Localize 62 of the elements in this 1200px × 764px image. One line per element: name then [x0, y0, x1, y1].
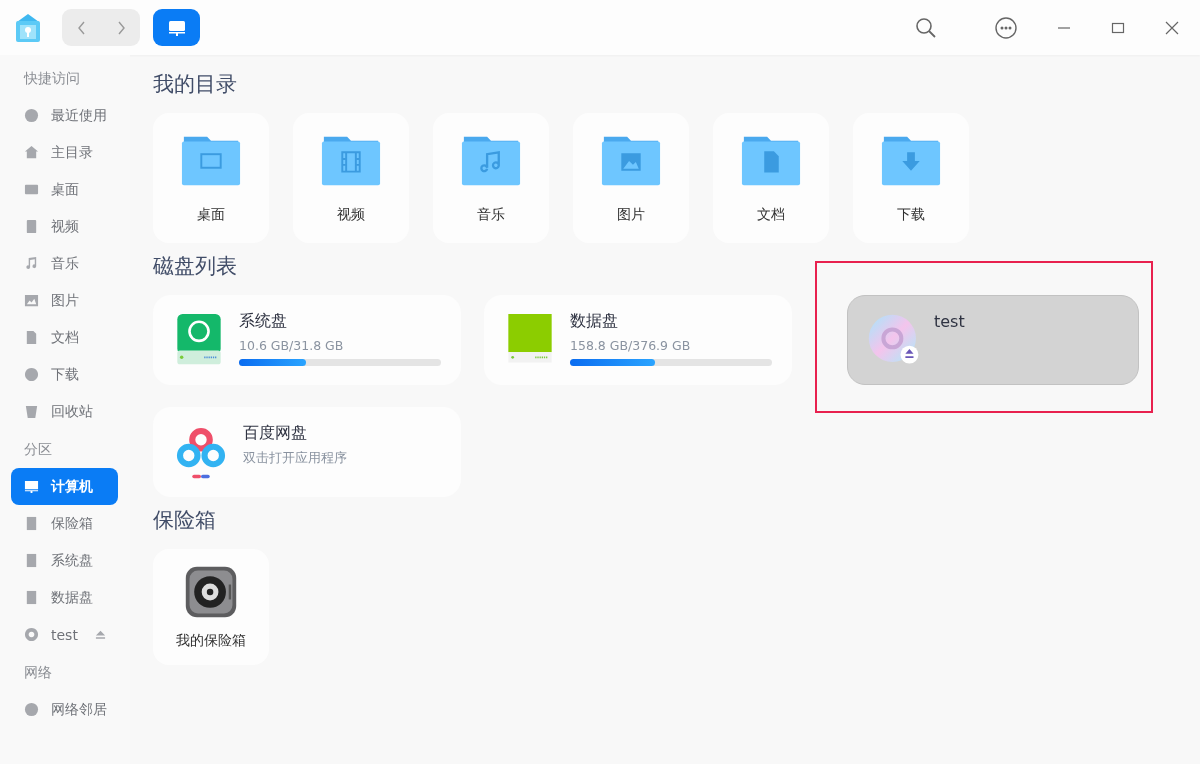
- disk-card[interactable]: 数据盘 158.8 GB/376.9 GB: [484, 295, 792, 385]
- disk-usage-text: 10.6 GB/31.8 GB: [239, 338, 345, 353]
- folder-card[interactable]: 图片: [573, 113, 689, 243]
- disk-name: 百度网盘: [243, 423, 308, 444]
- sidebar-item[interactable]: 文档: [11, 319, 118, 356]
- sidebar-item[interactable]: 下载: [11, 356, 118, 393]
- disk-name: 系统盘: [239, 311, 288, 332]
- sidebar-item[interactable]: 最近使用: [11, 97, 118, 134]
- folder-name: 视频: [337, 206, 365, 224]
- home-icon: [24, 145, 39, 160]
- vault-name: 我的保险箱: [176, 632, 246, 650]
- disk-usage-text: 158.8 GB/376.9 GB: [570, 338, 692, 353]
- app-hint-text: 双击打开应用程序: [243, 450, 348, 467]
- sidebar-item[interactable]: 回收站: [11, 393, 118, 430]
- sidebar-item[interactable]: 音乐: [11, 245, 118, 282]
- sidebar-item[interactable]: 桌面: [11, 171, 118, 208]
- more-options-icon[interactable]: [994, 15, 1018, 40]
- sidebar-item[interactable]: 主目录: [11, 134, 118, 171]
- disk-name: 数据盘: [570, 311, 619, 332]
- section-title: 磁盘列表: [153, 253, 238, 280]
- search-icon[interactable]: [914, 15, 938, 40]
- eject-icon[interactable]: [95, 629, 106, 640]
- trash-icon: [24, 404, 39, 419]
- folder-card[interactable]: 文档: [713, 113, 829, 243]
- folder-name: 桌面: [197, 206, 225, 224]
- desktop-icon: [24, 182, 39, 197]
- folder-card[interactable]: 音乐: [433, 113, 549, 243]
- folder-name: 文档: [757, 206, 785, 224]
- folder-name: 下载: [897, 206, 925, 224]
- sidebar-item[interactable]: 数据盘: [11, 579, 118, 616]
- sidebar-item[interactable]: 网络邻居: [11, 691, 118, 728]
- disk-card[interactable]: 百度网盘 双击打开应用程序: [153, 407, 461, 497]
- disk-name: test: [934, 312, 966, 331]
- music-icon: [24, 256, 39, 271]
- sidebar-item[interactable]: 系统盘: [11, 542, 118, 579]
- folder-card[interactable]: 下载: [853, 113, 969, 243]
- optical-icon: [24, 627, 39, 642]
- sidebar-item[interactable]: 图片: [11, 282, 118, 319]
- section-title: 保险箱: [153, 507, 217, 534]
- folder-name: 音乐: [477, 206, 505, 224]
- computer-icon: [24, 479, 39, 494]
- vault-card[interactable]: 我的保险箱: [153, 549, 269, 665]
- folder-name: 图片: [617, 206, 645, 224]
- sidebar-group-title: 网络: [23, 663, 53, 682]
- sidebar-group-title: 分区: [23, 440, 53, 459]
- monitor-icon: [166, 18, 187, 37]
- computer-location-button[interactable]: [153, 9, 200, 46]
- sidebar-item[interactable]: 计算机: [11, 468, 118, 505]
- sidebar-item[interactable]: test: [11, 616, 118, 653]
- picture-icon: [24, 293, 39, 308]
- disk-card[interactable]: 系统盘 10.6 GB/31.8 GB: [153, 295, 461, 385]
- section-title: 我的目录: [153, 71, 238, 98]
- sidebar-group-title: 快捷访问: [22, 69, 81, 88]
- sidebar-item[interactable]: 保险箱: [11, 505, 118, 542]
- disk-card[interactable]: test: [847, 295, 1139, 385]
- sidebar-item[interactable]: 视频: [11, 208, 118, 245]
- safe-icon: [183, 564, 239, 620]
- folder-card[interactable]: 桌面: [153, 113, 269, 243]
- app-logo-icon: [14, 12, 42, 43]
- close-icon[interactable]: [1164, 19, 1180, 36]
- document-icon: [24, 330, 39, 345]
- folder-card[interactable]: 视频: [293, 113, 409, 243]
